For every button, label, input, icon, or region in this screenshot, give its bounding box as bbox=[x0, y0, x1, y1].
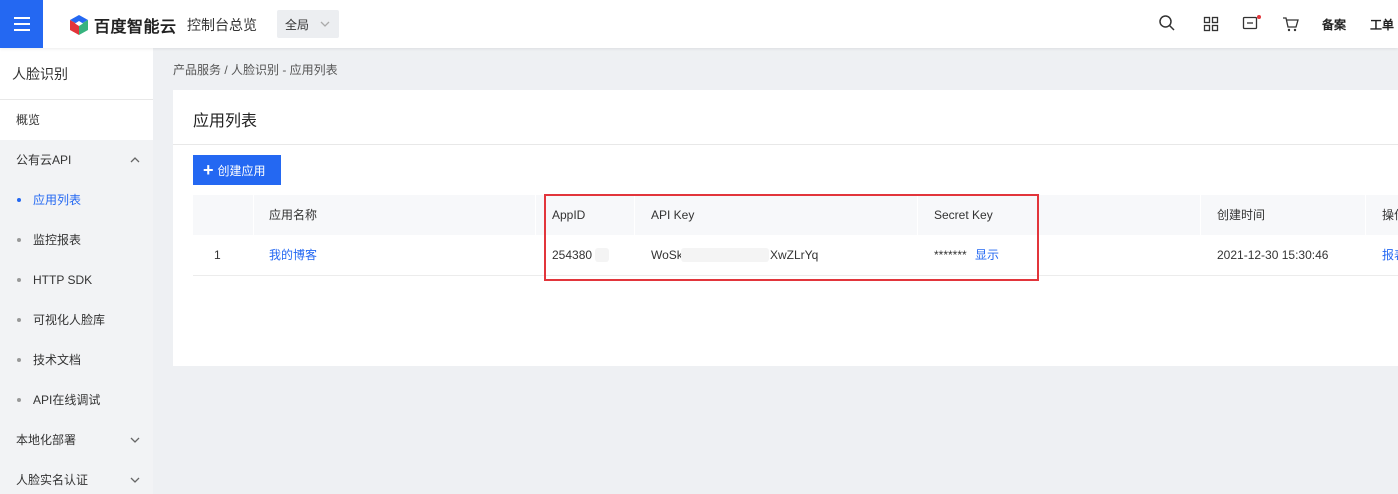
header-secret-key: Secret Key bbox=[934, 208, 993, 222]
baidu-cloud-logo[interactable]: 百度智能云 bbox=[68, 13, 177, 37]
app-name-link[interactable]: 我的博客 bbox=[269, 235, 317, 275]
sidebar-group-label: 公有云API bbox=[16, 153, 72, 167]
workorder-link[interactable]: 工单 bbox=[1370, 16, 1394, 33]
secret-key-mask: ******* bbox=[934, 248, 967, 262]
page-title: 应用列表 bbox=[193, 113, 258, 130]
chevron-up-icon bbox=[130, 157, 140, 163]
region-value: 全局 bbox=[285, 17, 310, 32]
sidebar-group-public-api[interactable]: 公有云API bbox=[0, 140, 153, 180]
app-list-panel: 应用列表 + 创建应用 应用名称 AppID API Key Secret Ke… bbox=[173, 90, 1398, 366]
sidebar-group-local-deploy[interactable]: 本地化部署 bbox=[0, 420, 153, 460]
show-secret-link[interactable]: 显示 bbox=[975, 235, 999, 275]
sidebar-group-label: 本地化部署 bbox=[16, 433, 77, 447]
redaction-mask bbox=[595, 248, 609, 262]
header-app-name: 应用名称 bbox=[269, 208, 318, 222]
chevron-down-icon bbox=[320, 21, 330, 27]
table-row: 1 我的博客 254380 WoSk XwZLrYq ******* 显示 20… bbox=[193, 235, 1398, 276]
header-appid: AppID bbox=[552, 208, 586, 222]
redaction-mask bbox=[681, 248, 769, 262]
chevron-down-icon bbox=[130, 477, 140, 483]
plus-icon: + bbox=[203, 160, 214, 180]
row-index: 1 bbox=[214, 248, 221, 262]
cube-logo-icon bbox=[70, 15, 88, 35]
search-icon[interactable] bbox=[1158, 14, 1176, 32]
header-action: 操作 bbox=[1382, 208, 1398, 222]
beian-link[interactable]: 备案 bbox=[1322, 16, 1346, 33]
sidebar-item-http-sdk[interactable]: HTTP SDK bbox=[0, 260, 153, 300]
message-icon[interactable] bbox=[1242, 15, 1262, 33]
create-app-label: 创建应用 bbox=[217, 163, 266, 178]
header-created-time: 创建时间 bbox=[1217, 208, 1266, 222]
top-navigation-bar: 百度智能云 控制台总览 全局 备案 工单 bbox=[0, 0, 1398, 48]
sidebar: 人脸识别 概览 公有云API 应用列表 监控报表 HTTP SDK 可视化人脸库… bbox=[0, 48, 153, 494]
sidebar-item-app-list[interactable]: 应用列表 bbox=[0, 180, 153, 220]
chevron-down-icon bbox=[130, 437, 140, 443]
api-key-suffix: XwZLrYq bbox=[770, 248, 819, 262]
sidebar-item-face-library[interactable]: 可视化人脸库 bbox=[0, 300, 153, 340]
sidebar-item-monitor-report[interactable]: 监控报表 bbox=[0, 220, 153, 260]
cart-icon[interactable] bbox=[1282, 16, 1300, 32]
header-api-key: API Key bbox=[651, 208, 695, 222]
sidebar-item-api-debug[interactable]: API在线调试 bbox=[0, 380, 153, 420]
logo-text: 百度智能云 bbox=[94, 19, 177, 36]
divider bbox=[173, 144, 1398, 145]
sidebar-group-realname-auth[interactable]: 人脸实名认证 bbox=[0, 460, 153, 494]
created-time-value: 2021-12-30 15:30:46 bbox=[1217, 248, 1329, 262]
table-header: 应用名称 AppID API Key Secret Key 创建时间 操作 bbox=[193, 195, 1398, 235]
sidebar-title: 人脸识别 bbox=[0, 48, 153, 100]
console-overview-link[interactable]: 控制台总览 bbox=[187, 15, 257, 35]
breadcrumb: 产品服务 / 人脸识别 - 应用列表 bbox=[173, 63, 338, 77]
region-select[interactable]: 全局 bbox=[277, 10, 339, 38]
create-app-button[interactable]: + 创建应用 bbox=[193, 155, 281, 185]
sidebar-item-overview[interactable]: 概览 bbox=[0, 100, 153, 140]
report-link[interactable]: 报表 bbox=[1382, 235, 1398, 275]
appid-value: 254380 bbox=[552, 248, 593, 262]
sidebar-item-tech-docs[interactable]: 技术文档 bbox=[0, 340, 153, 380]
sidebar-group-label: 人脸实名认证 bbox=[16, 473, 89, 487]
api-key-prefix: WoSk bbox=[651, 248, 683, 262]
grid-icon[interactable] bbox=[1203, 16, 1219, 32]
menu-icon[interactable] bbox=[0, 0, 43, 48]
